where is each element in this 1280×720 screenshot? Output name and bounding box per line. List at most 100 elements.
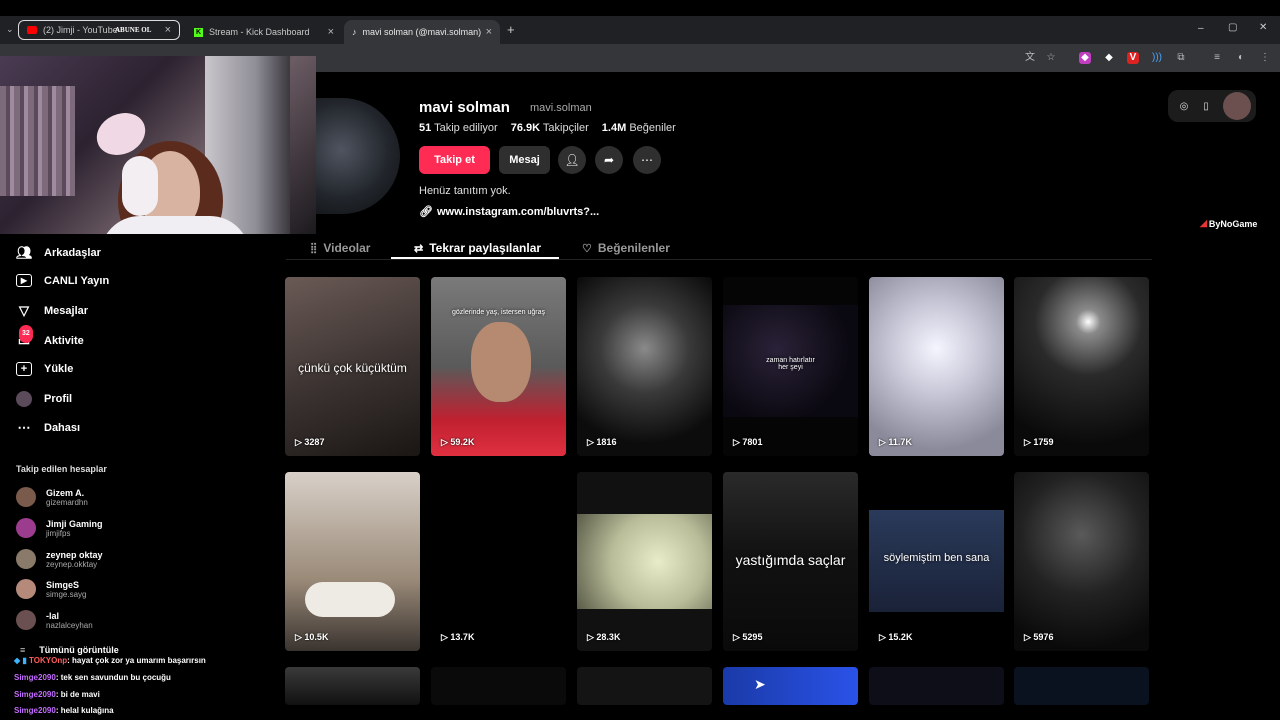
video-tile[interactable] [577,667,712,705]
followers-count: 76.9K [510,122,541,134]
avatar [16,518,36,538]
more-options-icon[interactable]: ⋯ [633,146,661,174]
video-subject [471,322,531,402]
close-icon[interactable]: × [165,24,171,36]
sidebar-item-friends[interactable]: 👥︎ Arkadaşlar [16,245,101,261]
account-handle: jimjifps [46,528,71,538]
followed-account[interactable]: Gizem A. gizemardhn [16,487,88,507]
likes-label: Beğeniler [629,122,676,134]
chat-username: Simge2090 [14,673,56,682]
account-name: SimgeS [46,579,80,590]
share-icon[interactable]: ➦ [595,146,623,174]
tab-liked[interactable]: ♡ Beğenilenler [582,236,670,260]
see-all-label: Tümünü görüntüle [39,645,119,655]
video-tile[interactable] [285,667,420,705]
add-friend-icon[interactable]: 👤︎ [558,146,586,174]
video-tile[interactable]: ▷ 1759 [1014,277,1149,456]
more-icon: ⋯ [17,420,31,435]
video-tile[interactable] [431,667,566,705]
tab-kick-dashboard[interactable]: K Stream - Kick Dashboard × [186,20,342,44]
close-window-button[interactable]: ✕ [1259,22,1267,33]
video-subject [305,582,395,617]
video-tile[interactable]: ▷ 13.7K [431,472,566,651]
phone-icon[interactable]: ▯ [1192,92,1220,120]
translate-icon[interactable]: 文 [1024,52,1036,64]
video-tile[interactable]: söylemiştim ben sana ▷ 15.2K [869,472,1004,651]
tab-label: mavi solman (@mavi.solman) | T [362,27,483,37]
sidebar-item-label: Arkadaşlar [44,247,101,259]
tab-search-chevron-icon[interactable]: ⌄ [6,24,14,35]
new-tab-button[interactable]: + [507,22,515,37]
account-handle: gizemardhn [46,497,88,507]
link-icon: 🔗︎ [419,206,433,218]
follow-button[interactable]: Takip et [419,146,490,174]
followed-account[interactable]: Jimji Gaming jimjifps [16,518,103,538]
video-tile[interactable]: ▷ 1816 [577,277,712,456]
list-icon: ≡ [20,645,26,655]
following-stat[interactable]: 51 Takip ediliyor [419,122,498,134]
followed-account[interactable]: zeynep oktay zeynep.okktay [16,549,103,569]
video-tile[interactable]: yastığımda saçlar ▷ 5295 [723,472,858,651]
close-icon[interactable]: × [486,26,492,38]
menu-kebab-icon[interactable]: ⋮ [1259,52,1271,64]
tab-videos[interactable]: ⣿ Videolar [310,236,370,260]
tab-youtube[interactable]: (2) Jimji - YouTube ABUNE OL × [18,20,180,40]
sidebar-item-messages[interactable]: ▽ Mesajlar [16,303,88,319]
video-tile[interactable]: gözlerinde yaş, istersen uğraş ▷ 59.2K [431,277,566,456]
see-all-following-link[interactable]: ≡ Tümünü görüntüle [20,645,119,655]
video-tile[interactable] [723,667,858,705]
video-tile[interactable]: ▷ 5976 [1014,472,1149,651]
account-icon[interactable]: ◐ [1235,52,1247,64]
tab-label: Stream - Kick Dashboard [209,27,310,37]
account-name: Gizem A. [46,487,85,498]
view-count: ▷ 10.5K [295,632,329,642]
sidebar-item-upload[interactable]: + Yükle [16,362,73,376]
sidebar-item-label: Yükle [44,363,74,375]
sidebar-item-more[interactable]: ⋯ Dahası [16,420,81,436]
maximize-button[interactable]: ▢ [1228,22,1237,33]
video-tile[interactable]: çünkü çok küçüktüm ▷ 3287 [285,277,420,456]
chat-username: TOKYOnp [29,656,68,665]
repost-icon: ⇄ [414,242,424,255]
sidebar-item-label: Profil [44,393,73,405]
audio-extension-icon[interactable]: ))) [1151,52,1163,64]
chat-text: : helal kulağına [55,706,114,715]
video-tile[interactable] [869,667,1004,705]
video-tile[interactable]: zaman hatırlatır her şeyi ▷ 7801 [723,277,858,456]
extensions-puzzle-icon[interactable]: ⧉ [1175,52,1187,64]
message-button[interactable]: Mesaj [499,146,550,174]
followed-account[interactable]: -lal nazlalceyhan [16,610,93,630]
video-tile[interactable] [1014,667,1149,705]
extension-icon[interactable]: ◆ [1079,52,1091,64]
view-count: ▷ 11.7K [879,437,912,447]
extension-icon[interactable]: ◆ [1103,52,1115,64]
view-count: ▷ 59.2K [441,437,475,447]
media-control-icon[interactable]: ≡ [1211,52,1223,64]
sidebar-item-live[interactable]: ▶ CANLI Yayın [16,274,109,287]
vivaldi-extension-icon[interactable]: V [1127,52,1139,64]
profile-username: mavi.solman [530,102,592,114]
chat-username: Simge2090 [14,690,56,699]
chat-text: : hayat çok zor ya umarım başarırsın [67,656,206,665]
video-tile[interactable]: ▷ 10.5K [285,472,420,651]
sidebar-item-label: CANLI Yayın [44,274,110,287]
following-count: 51 [419,122,432,134]
followers-stat[interactable]: 76.9K Takipçiler [511,122,589,134]
tabs-divider [286,259,1152,260]
view-count: ▷ 15.2K [879,632,913,642]
chat-text: : tek sen savundun bu çocuğu [55,673,171,682]
profile-link[interactable]: 🔗︎ www.instagram.com/bluvrts?... [419,205,599,219]
sidebar-item-label: Mesajlar [44,305,89,317]
browser-tab-bar: ⌄ (2) Jimji - YouTube ABUNE OL × K Strea… [0,16,1280,44]
video-tile[interactable]: ▷ 28.3K [577,472,712,651]
tab-tiktok-profile[interactable]: ♪ mavi solman (@mavi.solman) | T × [344,20,500,44]
bookmark-star-icon[interactable]: ☆ [1045,52,1057,64]
user-avatar[interactable] [1223,92,1251,120]
video-tile[interactable]: ▷ 11.7K [869,277,1004,456]
close-icon[interactable]: × [328,26,334,38]
sidebar-item-activity[interactable]: ▭32 Aktivite [16,325,84,349]
sidebar-item-profile[interactable]: Profil [16,391,72,407]
subscribe-overlay: ABUNE OL [115,26,152,34]
followed-account[interactable]: SimgeS simge.sayg [16,579,86,599]
minimize-button[interactable]: – [1198,23,1204,34]
